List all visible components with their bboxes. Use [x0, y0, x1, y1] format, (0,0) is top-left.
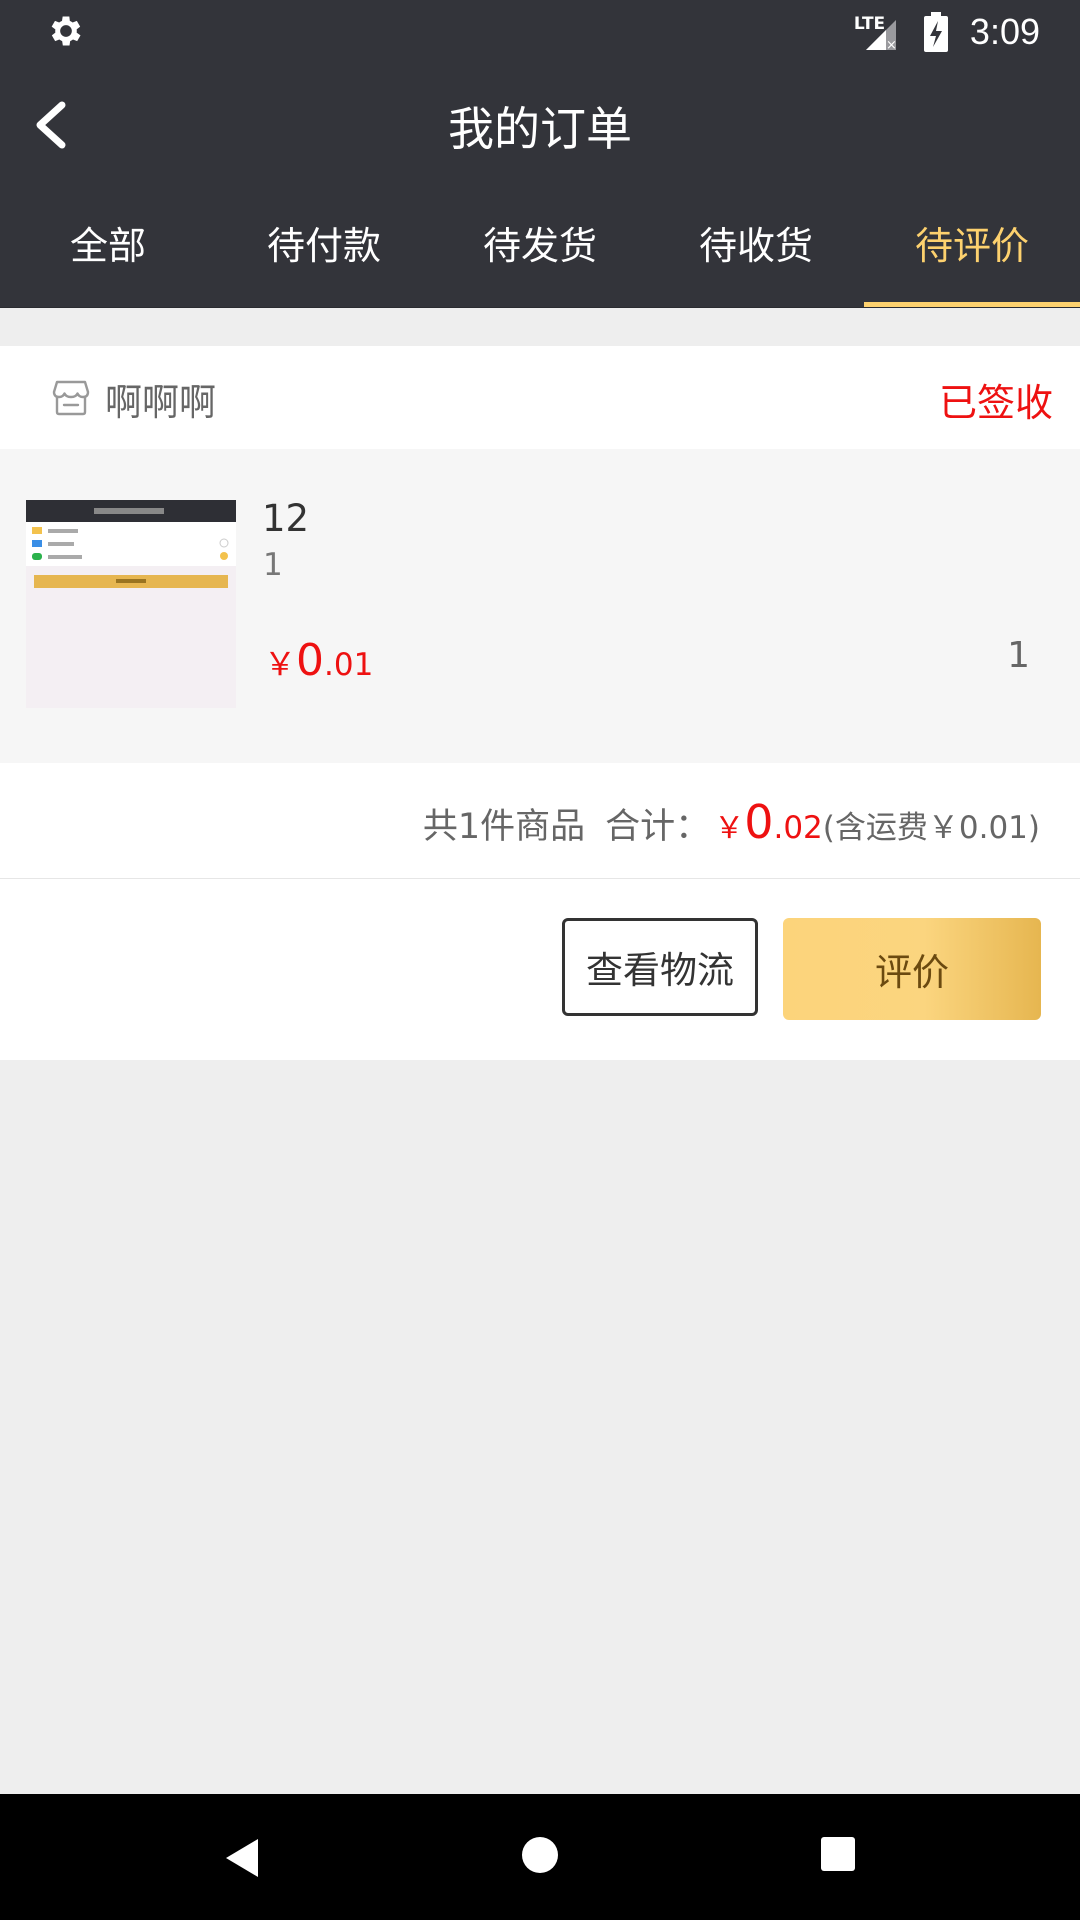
order-tabs: 全部 待付款 待发货 待收货 待评价: [0, 188, 1080, 308]
order-status: 已签收: [938, 381, 1053, 425]
order-shop-row[interactable]: 啊啊啊 已签收: [0, 346, 1080, 449]
status-bar: LTE × 3:09: [0, 0, 1080, 63]
system-nav-bar: [0, 1794, 1080, 1920]
view-logistics-button[interactable]: 查看物流: [562, 918, 758, 1016]
store-icon: [52, 380, 90, 416]
signal-icon: LTE ×: [852, 12, 902, 52]
battery-charging-icon: [923, 12, 948, 52]
product-quantity: 1: [1007, 635, 1030, 676]
app-header: 我的订单: [0, 63, 1080, 188]
svg-text:×: ×: [886, 38, 897, 52]
total-currency: ￥: [714, 811, 745, 846]
tab-pending-review[interactable]: 待评价: [864, 188, 1080, 307]
shop-name: 啊啊啊: [105, 381, 216, 424]
tab-pending-payment[interactable]: 待付款: [216, 188, 432, 307]
tab-pending-receipt[interactable]: 待收货: [648, 188, 864, 307]
gear-icon: [51, 16, 81, 46]
product-spec: 1: [263, 547, 283, 583]
product-price: ￥0.01: [264, 635, 373, 686]
page-title: 我的订单: [448, 102, 632, 156]
product-name: 12: [262, 497, 310, 540]
nav-back-icon[interactable]: [222, 1837, 262, 1879]
product-thumbnail: [26, 500, 236, 708]
order-summary: 共1件商品 合计： ￥ 0 .02 (含运费￥0.01): [0, 763, 1080, 879]
product-item[interactable]: 12 1 ￥0.01 1: [0, 449, 1080, 763]
nav-recents-icon[interactable]: [821, 1837, 855, 1871]
review-button[interactable]: 评价: [783, 918, 1041, 1020]
total-integer: 0: [744, 795, 774, 849]
price-decimal: .01: [324, 647, 374, 683]
order-actions: 查看物流 评价: [0, 879, 1080, 1060]
shipping-fee: (含运费￥0.01): [822, 810, 1040, 846]
total-decimal: .02: [773, 810, 823, 846]
item-count: 共1件商品: [422, 807, 586, 847]
tab-all[interactable]: 全部: [0, 188, 216, 307]
tab-pending-shipment[interactable]: 待发货: [432, 188, 648, 307]
nav-home-icon[interactable]: [522, 1837, 558, 1873]
price-integer: 0: [296, 635, 325, 686]
price-currency: ￥: [264, 645, 297, 683]
total-label: 合计：: [605, 807, 711, 847]
clock: 3:09: [969, 11, 1040, 52]
